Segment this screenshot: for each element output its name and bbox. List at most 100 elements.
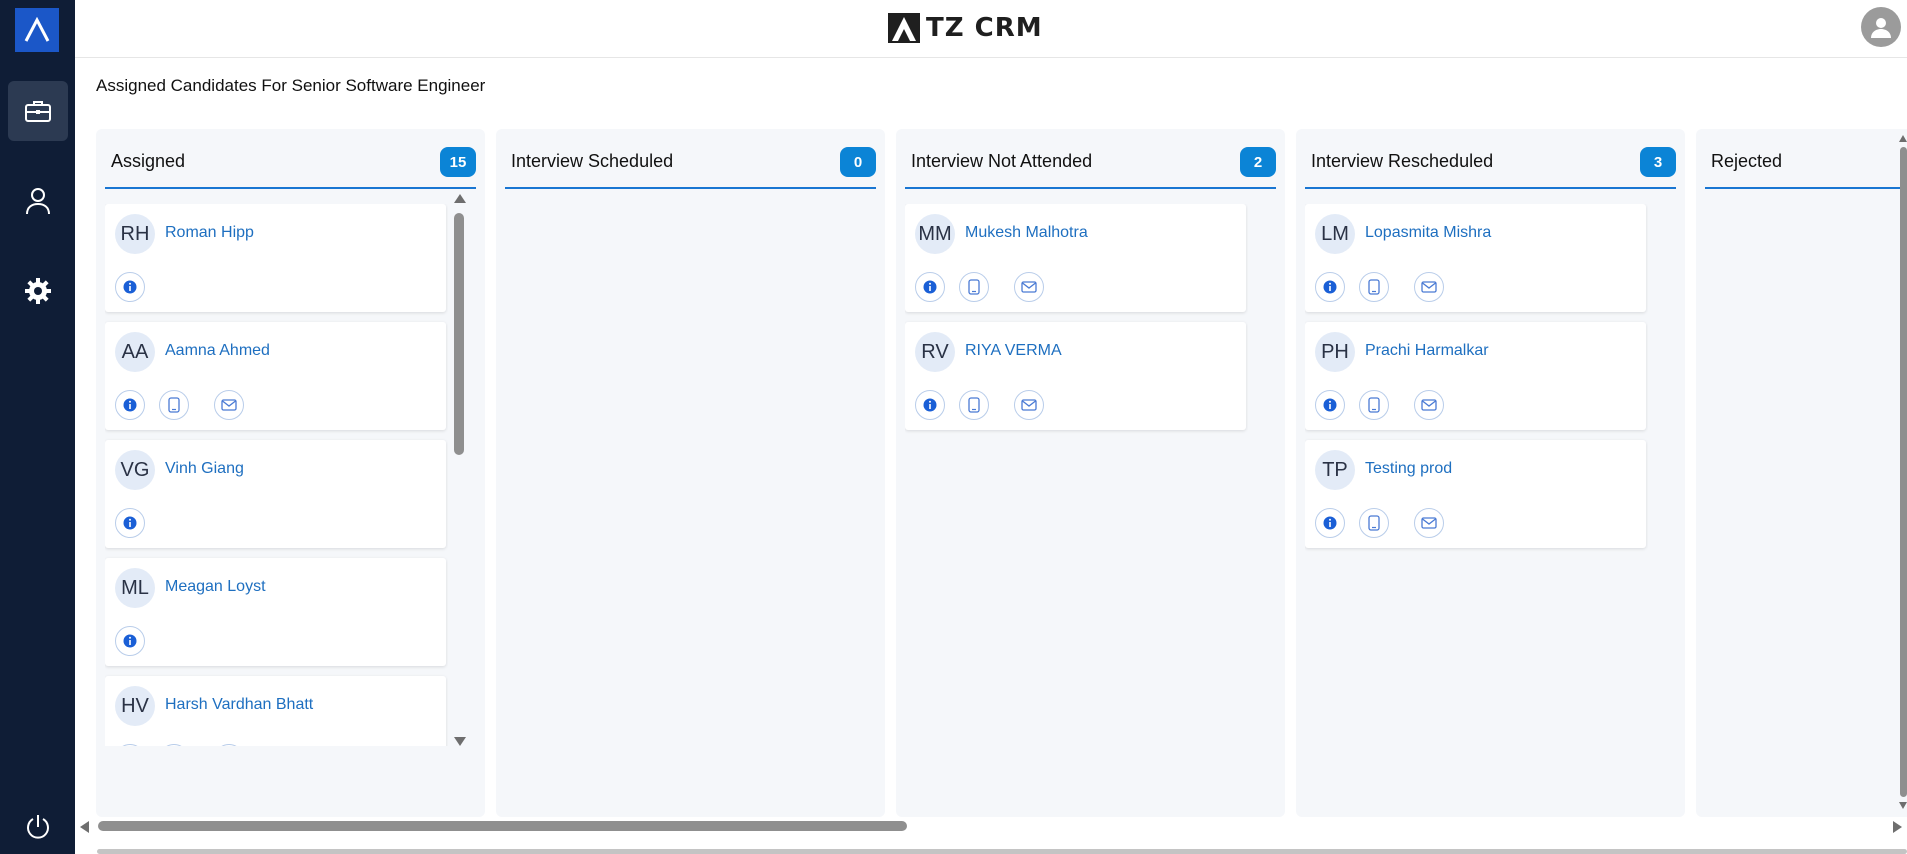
user-avatar-button[interactable]: [1861, 7, 1901, 47]
kanban-board: Assigned 15 RH Roman Hipp AA Aamna Ahmed VG Vin…: [96, 129, 1907, 817]
candidate-initials-avatar: MM: [915, 214, 955, 254]
candidate-name-link[interactable]: Meagan Loyst: [165, 578, 266, 596]
scroll-down-arrow[interactable]: [1899, 802, 1907, 809]
phone-button[interactable]: [1359, 508, 1389, 538]
column-0: Assigned 15 RH Roman Hipp AA Aamna Ahmed VG Vin…: [96, 129, 485, 817]
candidate-name-link[interactable]: RIYA VERMA: [965, 342, 1062, 360]
board-horizontal-scrollbar[interactable]: [80, 819, 1902, 833]
info-button[interactable]: [1315, 390, 1345, 420]
candidate-name-link[interactable]: Vinh Giang: [165, 460, 244, 478]
column-count-badge: 3: [1640, 147, 1676, 177]
info-button[interactable]: [1315, 508, 1345, 538]
candidate-initials-avatar: PH: [1315, 332, 1355, 372]
column-title: Interview Not Attended: [911, 151, 1093, 171]
logout-button[interactable]: [8, 797, 68, 854]
candidate-name-link[interactable]: Harsh Vardhan Bhatt: [165, 696, 313, 714]
power-icon: [27, 815, 49, 839]
mail-button[interactable]: [1014, 272, 1044, 302]
card-list: [505, 204, 848, 746]
mail-button[interactable]: [1414, 508, 1444, 538]
briefcase-icon: [25, 101, 51, 122]
page-title: Assigned Candidates For Senior Software …: [96, 76, 486, 95]
mail-button[interactable]: [1414, 390, 1444, 420]
scroll-up-arrow[interactable]: [1899, 135, 1907, 142]
candidate-card[interactable]: ML Meagan Loyst: [105, 558, 446, 666]
info-button[interactable]: [1315, 272, 1345, 302]
mail-icon: [1421, 281, 1437, 293]
candidate-initials-avatar: RH: [115, 214, 155, 254]
candidate-name-link[interactable]: Lopasmita Mishra: [1365, 224, 1491, 242]
app-logo[interactable]: [15, 8, 59, 52]
phone-icon: [168, 397, 180, 413]
scroll-thumb[interactable]: [1900, 147, 1907, 797]
candidate-name-link[interactable]: Mukesh Malhotra: [965, 224, 1088, 242]
phone-button[interactable]: [159, 390, 189, 420]
info-button[interactable]: [915, 272, 945, 302]
info-icon: [923, 280, 937, 294]
phone-button[interactable]: [1359, 390, 1389, 420]
candidate-initials-avatar: RV: [915, 332, 955, 372]
info-icon: [123, 634, 137, 648]
gear-icon: [25, 278, 51, 304]
info-button[interactable]: [915, 390, 945, 420]
column-scroll-down-arrow[interactable]: [454, 737, 466, 746]
candidate-card[interactable]: RH Roman Hipp: [105, 204, 446, 312]
info-button[interactable]: [115, 744, 145, 746]
mail-button[interactable]: [1014, 390, 1044, 420]
scroll-left-arrow[interactable]: [80, 821, 89, 833]
candidate-name-link[interactable]: Testing prod: [1365, 460, 1452, 478]
candidate-name-link[interactable]: Prachi Harmalkar: [1365, 342, 1489, 360]
phone-button[interactable]: [959, 390, 989, 420]
bottom-scroll-track: [97, 849, 1907, 854]
info-button[interactable]: [115, 390, 145, 420]
candidate-card[interactable]: VG Vinh Giang: [105, 440, 446, 548]
column-title: Rejected: [1711, 151, 1783, 171]
card-list: RH Roman Hipp AA Aamna Ahmed VG Vinh Giang ML M…: [105, 204, 448, 746]
mail-icon: [1421, 399, 1437, 411]
nav-settings-button[interactable]: [8, 261, 68, 321]
candidate-initials-avatar: HV: [115, 686, 155, 726]
phone-button[interactable]: [1359, 272, 1389, 302]
candidate-card[interactable]: AA Aamna Ahmed: [105, 322, 446, 430]
scroll-right-arrow[interactable]: [1893, 821, 1902, 833]
phone-icon: [968, 279, 980, 295]
candidate-card[interactable]: HV Harsh Vardhan Bhatt: [105, 676, 446, 746]
mail-icon: [1021, 399, 1037, 411]
column-header: Rejected: [1705, 129, 1907, 189]
candidate-name-link[interactable]: Roman Hipp: [165, 224, 254, 242]
mail-icon: [1421, 517, 1437, 529]
phone-button[interactable]: [159, 744, 189, 746]
candidate-initials-avatar: TP: [1315, 450, 1355, 490]
nav-users-button[interactable]: [8, 171, 68, 231]
info-button[interactable]: [115, 508, 145, 538]
column-4: Rejected: [1696, 129, 1907, 817]
phone-button[interactable]: [959, 272, 989, 302]
brand: TZ CRM: [888, 10, 1043, 46]
column-title: Interview Scheduled: [511, 151, 674, 171]
column-scrollbar[interactable]: [452, 194, 466, 746]
column-count-badge: 2: [1240, 147, 1276, 177]
phone-icon: [1368, 279, 1380, 295]
candidate-name-link[interactable]: Aamna Ahmed: [165, 342, 270, 360]
mail-button[interactable]: [214, 744, 244, 746]
column-scroll-up-arrow[interactable]: [454, 194, 466, 203]
mail-button[interactable]: [214, 390, 244, 420]
avatar-icon: [1871, 18, 1891, 38]
column-scroll-thumb[interactable]: [454, 213, 464, 455]
page-vertical-scrollbar[interactable]: [1899, 135, 1907, 809]
horizontal-scroll-thumb[interactable]: [98, 821, 907, 831]
info-icon: [923, 398, 937, 412]
mail-button[interactable]: [1414, 272, 1444, 302]
candidate-card[interactable]: LM Lopasmita Mishra: [1305, 204, 1646, 312]
info-button[interactable]: [115, 626, 145, 656]
top-header: TZ CRM: [75, 0, 1907, 58]
candidate-card[interactable]: RV RIYA VERMA: [905, 322, 1246, 430]
candidate-initials-avatar: AA: [115, 332, 155, 372]
column-count-badge: 15: [440, 147, 476, 177]
column-3: Interview Rescheduled 3 LM Lopasmita Mishra…: [1296, 129, 1685, 817]
candidate-card[interactable]: TP Testing prod: [1305, 440, 1646, 548]
nav-jobs-button[interactable]: [8, 81, 68, 141]
candidate-card[interactable]: PH Prachi Harmalkar: [1305, 322, 1646, 430]
info-button[interactable]: [115, 272, 145, 302]
candidate-card[interactable]: MM Mukesh Malhotra: [905, 204, 1246, 312]
